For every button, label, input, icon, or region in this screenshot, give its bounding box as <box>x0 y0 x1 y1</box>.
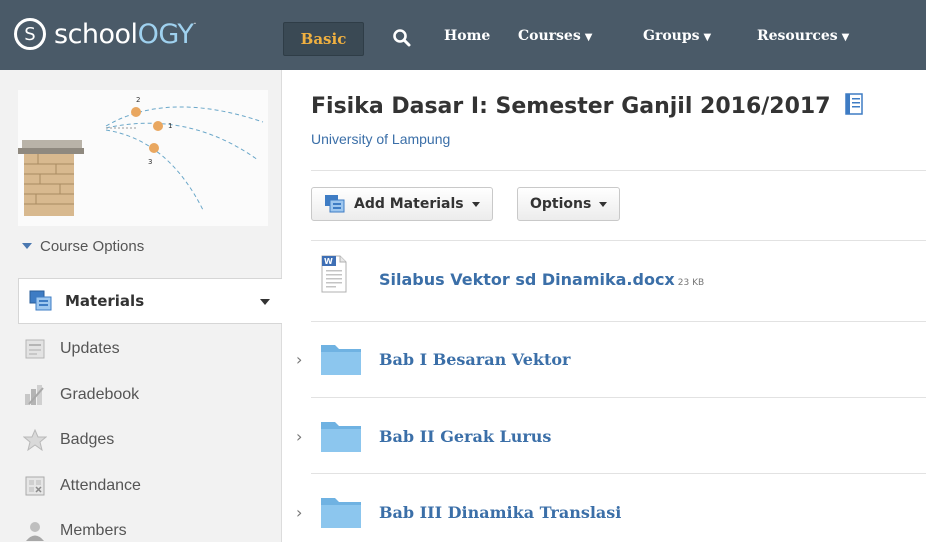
logo-wordmark-accent: OGY <box>137 18 194 50</box>
folder-icon <box>321 345 361 375</box>
folder-icon <box>321 422 361 452</box>
sidebar-item-label: Attendance <box>60 477 141 494</box>
page-title: Fisika Dasar I: Semester Ganjil 2016/201… <box>311 93 864 119</box>
folder-row[interactable]: › Bab I Besaran Vektor <box>290 330 926 390</box>
nav-courses-label: Courses <box>518 28 581 44</box>
course-options-label: Course Options <box>40 238 145 255</box>
nav-home-label: Home <box>444 28 491 44</box>
nav-courses[interactable]: Courses ▼ <box>518 28 592 44</box>
badges-icon <box>22 428 48 452</box>
options-label: Options <box>530 196 592 212</box>
file-name-link[interactable]: Silabus Vektor sd Dinamika.docx 23 KB <box>379 270 704 289</box>
attendance-icon <box>22 474 48 498</box>
file-size: 23 KB <box>677 278 705 288</box>
sidebar-item-materials[interactable]: Materials <box>18 278 282 324</box>
add-materials-button[interactable]: Add Materials <box>311 187 493 221</box>
svg-text:1: 1 <box>168 122 172 130</box>
members-icon <box>22 519 48 543</box>
options-button[interactable]: Options <box>517 187 621 221</box>
nav-groups-label: Groups <box>643 28 700 44</box>
nav-resources-label: Resources <box>757 28 838 44</box>
folder-name-link[interactable]: Bab III Dinamika Translasi <box>379 503 621 522</box>
updates-icon <box>22 337 48 361</box>
row-divider <box>311 473 926 474</box>
course-sidebar: 2 1 3 Course Options Materials Updates G… <box>0 70 282 542</box>
notebook-icon[interactable] <box>844 93 864 115</box>
nav-resources[interactable]: Resources ▼ <box>757 28 849 44</box>
chevron-right-icon[interactable]: › <box>296 503 302 522</box>
sidebar-item-label: Materials <box>65 292 145 310</box>
toolbar-divider <box>311 240 926 241</box>
chevron-right-icon[interactable]: › <box>296 427 302 446</box>
chevron-right-icon[interactable]: › <box>296 350 302 369</box>
chevron-down-icon <box>471 201 480 207</box>
sidebar-item-badges[interactable]: Badges <box>22 425 114 455</box>
svg-text:3: 3 <box>148 158 152 166</box>
chevron-down-icon: ▼ <box>703 32 712 43</box>
gradebook-icon <box>22 383 48 407</box>
chevron-down-icon: ▼ <box>584 32 593 43</box>
logo-trademark: · <box>193 18 197 30</box>
course-title: Fisika Dasar I: Semester Ganjil 2016/201… <box>311 94 831 119</box>
add-materials-icon <box>325 195 345 213</box>
word-doc-icon: W <box>321 255 347 293</box>
basic-button[interactable]: Basic <box>283 22 364 56</box>
svg-text:2: 2 <box>136 96 140 104</box>
folder-icon <box>321 498 361 528</box>
material-file-row[interactable]: W Silabus Vektor sd Dinamika.docx 23 KB <box>290 254 926 314</box>
row-divider <box>311 321 926 322</box>
nav-groups[interactable]: Groups ▼ <box>643 28 711 44</box>
row-divider <box>311 397 926 398</box>
file-name: Silabus Vektor sd Dinamika.docx <box>379 270 675 289</box>
sidebar-item-gradebook[interactable]: Gradebook <box>22 380 139 410</box>
materials-icon <box>29 290 52 311</box>
top-navigation-bar: S schoolOGY· Basic Home Courses ▼ Groups ▼… <box>0 0 926 70</box>
chevron-down-icon[interactable] <box>260 299 270 305</box>
chevron-down-icon: ▼ <box>841 32 850 43</box>
sidebar-item-label: Badges <box>60 431 115 448</box>
folder-row[interactable]: › Bab III Dinamika Translasi <box>290 483 926 543</box>
logo-wordmark-main: school <box>54 18 138 50</box>
logo-wordmark: schoolOGY· <box>54 18 197 50</box>
schoology-logo[interactable]: S schoolOGY· <box>14 14 197 54</box>
sidebar-item-label: Members <box>60 522 127 539</box>
folder-name-link[interactable]: Bab I Besaran Vektor <box>379 350 570 369</box>
sidebar-item-label: Gradebook <box>60 386 140 403</box>
nav-home[interactable]: Home <box>444 28 490 44</box>
course-options-toggle[interactable]: Course Options <box>22 238 145 255</box>
folder-row[interactable]: › Bab II Gerak Lurus <box>290 407 926 467</box>
sidebar-item-updates[interactable]: Updates <box>22 334 120 364</box>
add-materials-label: Add Materials <box>354 196 464 212</box>
sidebar-item-attendance[interactable]: Attendance <box>22 471 141 501</box>
search-icon[interactable] <box>390 26 414 50</box>
header-divider <box>311 170 926 171</box>
school-name-link[interactable]: University of Lampung <box>311 131 450 147</box>
course-profile-image: 2 1 3 <box>18 90 268 226</box>
caret-down-icon <box>22 243 32 249</box>
logo-letter: S <box>24 23 36 45</box>
logo-mark: S <box>14 18 46 50</box>
folder-name-link[interactable]: Bab II Gerak Lurus <box>379 427 551 446</box>
chevron-down-icon <box>599 201 608 207</box>
sidebar-item-label: Updates <box>60 340 120 357</box>
svg-text:W: W <box>324 257 333 266</box>
